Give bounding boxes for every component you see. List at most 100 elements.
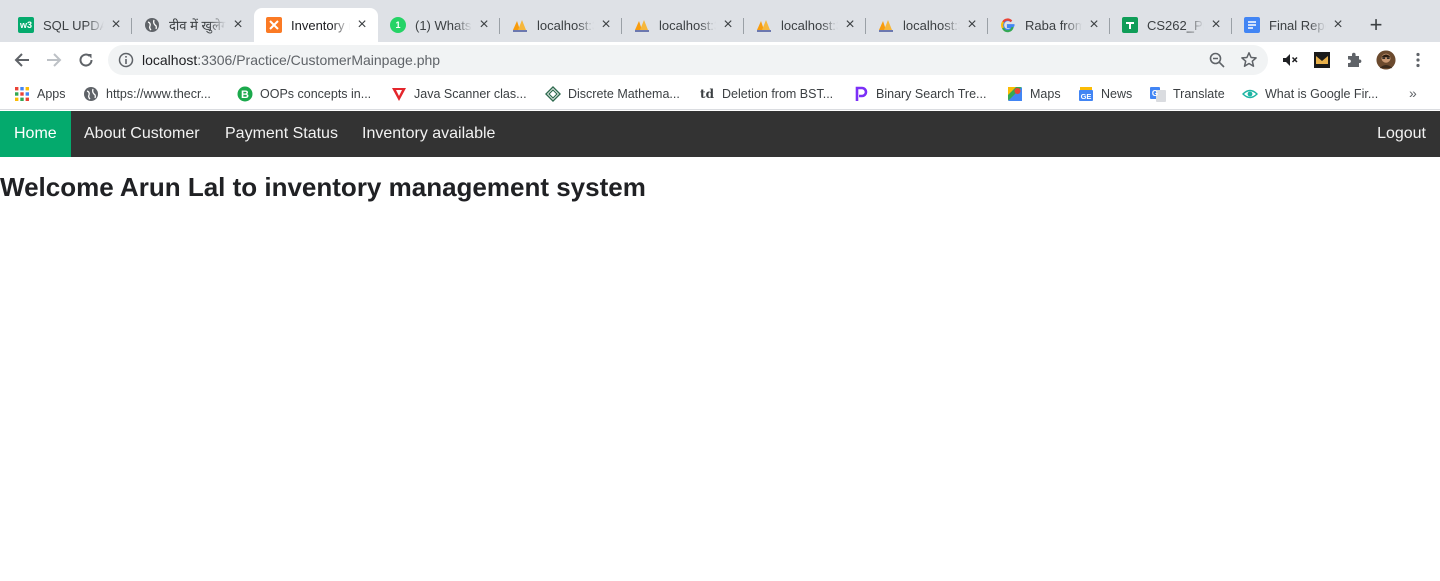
phpmyadmin-icon — [512, 17, 528, 33]
svg-text:G: G — [1152, 89, 1158, 98]
close-icon[interactable]: × — [354, 17, 370, 33]
phpmyadmin-icon — [756, 17, 772, 33]
bookmark-label: OOPs concepts in... — [260, 87, 372, 101]
close-icon[interactable]: × — [108, 17, 124, 33]
tab-title: Raba from — [1025, 17, 1082, 33]
browser-menu-icon[interactable] — [1408, 50, 1428, 70]
profile-avatar-icon[interactable] — [1376, 50, 1396, 70]
phpmyadmin-icon — [878, 17, 894, 33]
phpmyadmin-icon — [634, 17, 650, 33]
bookmark-label: https://www.thecr... — [106, 87, 211, 101]
nav-logout-link[interactable]: Logout — [1363, 111, 1440, 157]
whatsapp-icon: 1 — [390, 17, 406, 33]
bookmark-thecrazyprogrammer[interactable]: https://www.thecr... — [83, 85, 211, 103]
address-url: localhost:3306/Practice/CustomerMainpage… — [142, 52, 440, 68]
bookmark-label: Binary Search Tre... — [876, 87, 987, 101]
close-icon[interactable]: × — [720, 17, 736, 33]
diamond-logo-icon — [545, 86, 561, 102]
bookmarks-bar: Apps https://www.thecr... B OOPs concept… — [0, 78, 1440, 110]
p-logo-icon — [853, 86, 869, 102]
w3schools-icon: w3 — [18, 17, 34, 33]
extension-mail-icon[interactable] — [1312, 50, 1332, 70]
browser-tab[interactable]: Final Repo × — [1232, 8, 1354, 42]
browser-tab[interactable]: Raba from × — [988, 8, 1110, 42]
tab-title: localhost:3306 — [781, 17, 838, 33]
close-icon[interactable]: × — [1208, 17, 1224, 33]
tab-title: Inventory m — [291, 17, 350, 33]
url-host: localhost — [142, 52, 198, 68]
browser-tab-active[interactable]: Inventory m × — [254, 8, 378, 42]
welcome-heading: Welcome Arun Lal to inventory management… — [0, 172, 646, 202]
bookmark-oops-concepts[interactable]: B OOPs concepts in... — [237, 85, 371, 103]
close-icon[interactable]: × — [964, 17, 980, 33]
nav-home-link[interactable]: Home — [0, 111, 71, 157]
browser-tab[interactable]: localhost:3306 × — [744, 8, 866, 42]
browser-tab[interactable]: localhost:3306 × — [500, 8, 622, 42]
tab-title: CS262_Pr — [1147, 17, 1204, 33]
site-info-icon[interactable] — [118, 52, 134, 68]
bookmark-apps[interactable]: Apps — [14, 85, 66, 103]
back-arrow-icon — [14, 53, 29, 67]
bookmark-label: Maps — [1030, 87, 1061, 101]
browser-tab[interactable]: w3 SQL UPDATE × — [0, 8, 132, 42]
forward-arrow-icon — [47, 53, 62, 67]
nav-payment-status-link[interactable]: Payment Status — [211, 111, 352, 157]
bookmark-binary-search-tree[interactable]: Binary Search Tre... — [853, 85, 986, 103]
bookmark-label: Deletion from BST... — [722, 87, 834, 101]
bookmark-label: Translate — [1173, 87, 1225, 101]
back-button[interactable] — [10, 48, 34, 72]
triangle-logo-icon — [391, 86, 407, 102]
bookmark-deletion-from-bst[interactable]: td Deletion from BST... — [699, 85, 833, 103]
bookmark-label: News — [1101, 87, 1133, 101]
bookmark-translate[interactable]: G Translate — [1150, 85, 1225, 103]
close-icon[interactable]: × — [842, 17, 858, 33]
bookmark-label: Java Scanner clas... — [414, 87, 527, 101]
google-translate-icon: G — [1150, 86, 1166, 102]
zoom-out-icon[interactable] — [1208, 51, 1226, 69]
svg-text:GE: GE — [1081, 92, 1092, 101]
tab-title: SQL UPDATE — [43, 17, 104, 33]
google-docs-icon — [1244, 17, 1260, 33]
extensions-puzzle-icon[interactable] — [1344, 50, 1364, 70]
tab-title: localhost:3306 — [537, 17, 594, 33]
bookmark-google-firebase[interactable]: What is Google Fir... — [1242, 85, 1378, 103]
bookmark-news[interactable]: GE News — [1078, 85, 1132, 103]
close-icon[interactable]: × — [476, 17, 492, 33]
forward-button[interactable] — [42, 48, 66, 72]
reload-icon — [79, 53, 93, 67]
nav-inventory-available-link[interactable]: Inventory available — [348, 111, 509, 157]
address-bar[interactable]: localhost:3306/Practice/CustomerMainpage… — [108, 45, 1268, 75]
browser-tab-strip: w3 SQL UPDATE × दीव में खुलेगा × Invento… — [0, 0, 1440, 42]
apps-grid-icon — [14, 86, 30, 102]
bookmark-label: What is Google Fir... — [1265, 87, 1379, 101]
url-path: :3306/Practice/CustomerMainpage.php — [197, 52, 441, 68]
nav-about-customer-link[interactable]: About Customer — [70, 111, 214, 157]
globe-icon — [83, 86, 99, 102]
svg-text:B: B — [241, 89, 249, 101]
browser-tab[interactable]: CS262_Pr × — [1110, 8, 1232, 42]
bookmarks-overflow-chevron-icon[interactable]: » — [1409, 85, 1417, 101]
close-icon[interactable]: × — [1330, 17, 1346, 33]
reload-button[interactable] — [74, 48, 98, 72]
close-icon[interactable]: × — [1086, 17, 1102, 33]
browser-tab[interactable]: localhost:3306 × — [622, 8, 744, 42]
tab-title: Final Repo — [1269, 17, 1326, 33]
browser-tab[interactable]: 1 (1) WhatsApp × — [378, 8, 500, 42]
globe-icon — [144, 17, 160, 33]
bookmark-star-icon[interactable] — [1240, 51, 1258, 69]
maps-icon — [1007, 86, 1023, 102]
google-news-icon: GE — [1078, 86, 1094, 102]
bookmark-discrete-mathematics[interactable]: Discrete Mathema... — [545, 85, 680, 103]
bookmark-java-scanner[interactable]: Java Scanner clas... — [391, 85, 527, 103]
bookmark-label: Apps — [37, 87, 66, 101]
bookmark-maps[interactable]: Maps — [1007, 85, 1061, 103]
xampp-icon — [266, 17, 282, 33]
close-icon[interactable]: × — [598, 17, 614, 33]
new-tab-button[interactable]: + — [1365, 14, 1387, 36]
browser-tab[interactable]: दीव में खुलेगा × — [132, 8, 254, 42]
mute-tab-icon[interactable] — [1280, 50, 1300, 70]
b-logo-icon: B — [237, 86, 253, 102]
tab-title: localhost:3306 — [659, 17, 716, 33]
close-icon[interactable]: × — [230, 17, 246, 33]
browser-tab[interactable]: localhost:3306 × — [866, 8, 988, 42]
